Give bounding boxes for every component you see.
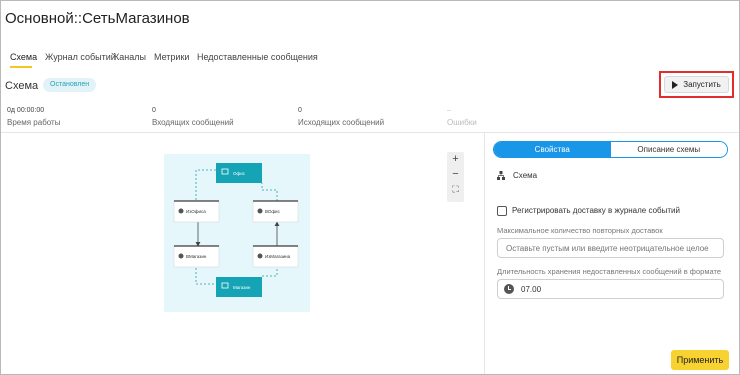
node-from-shop-icon <box>257 253 263 259</box>
node-shop-label: Магазин <box>233 285 251 290</box>
section-title: Схема <box>5 80 39 92</box>
tab-metrics[interactable]: Метрики <box>154 52 189 62</box>
apply-button[interactable]: Применить <box>671 350 729 370</box>
register-delivery-label: Регистрировать доставку в журнале событи… <box>512 206 680 215</box>
run-button[interactable]: Запустить <box>664 76 729 93</box>
play-icon <box>672 80 679 89</box>
header-divider <box>1 132 739 133</box>
zoom-controls: + − ⛶ <box>447 152 464 202</box>
tab-event-log[interactable]: Журнал событий <box>45 52 116 62</box>
active-tab-indicator <box>10 66 32 68</box>
schema-row-label: Схема <box>513 171 538 180</box>
node-to-office-label: ВОфис <box>265 209 281 214</box>
outgoing-label: Исходящих сообщений <box>298 118 385 127</box>
max-retries-input[interactable] <box>497 238 724 258</box>
schema-tree-icon <box>497 171 505 180</box>
max-retries-label: Максимальное количество повторных достав… <box>497 226 663 235</box>
node-from-shop-label: ИзМагазина <box>265 254 291 259</box>
node-to-shop-label: ВМагазин <box>186 254 207 259</box>
zoom-in-icon[interactable]: + <box>447 153 464 165</box>
connector-office-from-office <box>195 169 216 201</box>
node-office-label: Офис <box>233 171 246 176</box>
panel-divider <box>484 133 485 374</box>
zoom-out-icon[interactable]: − <box>447 168 464 180</box>
node-from-office-label: ИзОфиса <box>186 209 206 214</box>
outgoing-value: 0 <box>298 107 302 114</box>
tab-undelivered-messages[interactable]: Недоставленные сообщения <box>197 52 318 62</box>
node-to-office-icon <box>257 208 263 214</box>
tab-schema[interactable]: Схема <box>10 52 37 62</box>
tab-properties[interactable]: Свойства <box>494 142 611 157</box>
connector-to-office-office <box>261 183 278 201</box>
status-badge: Остановлен <box>43 78 97 92</box>
schema-diagram[interactable]: Офис ИзОфиса ВОфис ВМагазин ИзМагазина М… <box>164 154 310 312</box>
run-button-label: Запустить <box>683 80 721 89</box>
clock-icon <box>504 284 514 294</box>
tab-channels[interactable]: Каналы <box>114 52 146 62</box>
node-to-shop-icon <box>178 253 184 259</box>
page-title: Основной::СетьМагазинов <box>5 10 190 27</box>
errors-value: – <box>447 107 451 114</box>
fit-screen-icon[interactable]: ⛶ <box>447 184 464 195</box>
errors-label: Ошибки <box>447 118 477 127</box>
tab-schema-description[interactable]: Описание схемы <box>610 142 727 157</box>
uptime-value: 0д 00:00:00 <box>7 107 45 114</box>
register-delivery-checkbox[interactable] <box>497 206 507 216</box>
node-from-office-icon <box>178 208 184 214</box>
panel-tabs: Свойства Описание схемы <box>493 141 728 158</box>
uptime-label: Время работы <box>7 118 61 127</box>
retention-time-input[interactable]: 07.00 <box>497 279 724 299</box>
schema-diagram-canvas: Офис ИзОфиса ВОфис ВМагазин ИзМагазина М… <box>173 163 299 297</box>
retention-value: 07.00 <box>521 284 542 294</box>
incoming-value: 0 <box>152 107 156 114</box>
incoming-label: Входящих сообщений <box>152 118 234 127</box>
schema-row: Схема <box>497 171 537 180</box>
retention-label: Длительность хранения недоставленных соо… <box>497 267 722 276</box>
